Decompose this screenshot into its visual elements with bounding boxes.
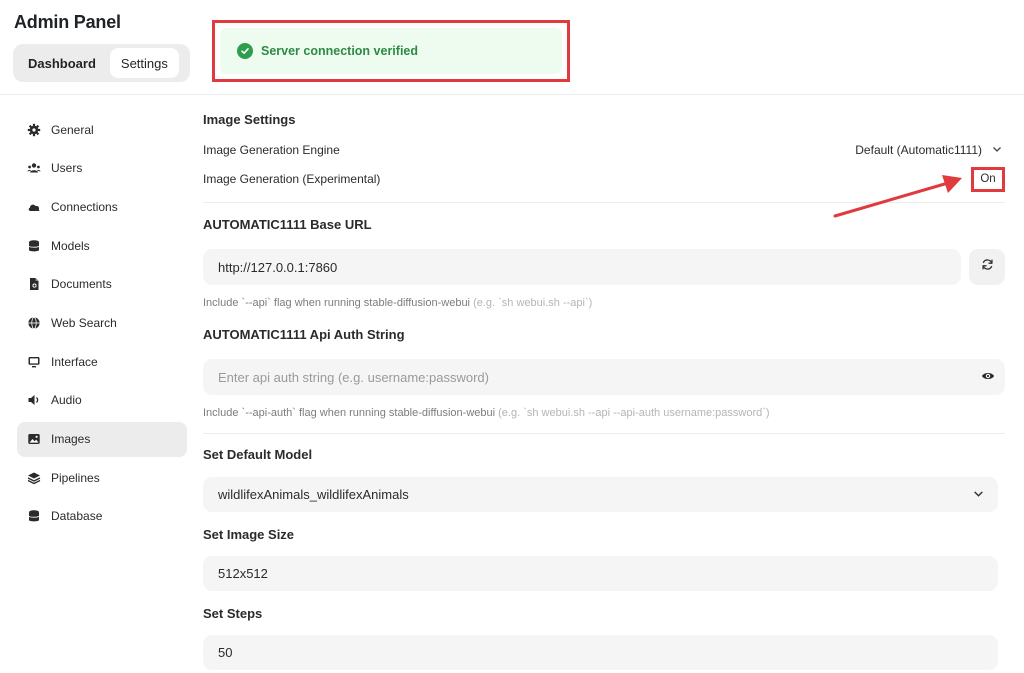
- steps-label: Set Steps: [203, 606, 263, 621]
- sidebar-item-label: Documents: [51, 277, 112, 292]
- settings-sidebar: General Users Connections Models Documen…: [17, 112, 187, 538]
- auth-input[interactable]: Enter api auth string (e.g. username:pas…: [203, 359, 1005, 395]
- engine-select[interactable]: Default (Automatic1111): [855, 143, 1005, 157]
- sidebar-item-models[interactable]: Models: [17, 228, 187, 263]
- image-size-label: Set Image Size: [203, 527, 295, 542]
- sidebar-item-label: Models: [51, 238, 90, 253]
- database-icon: [27, 509, 41, 523]
- hint-text: Include `--api` flag when running stable…: [203, 297, 471, 309]
- sidebar-item-pipelines[interactable]: Pipelines: [17, 460, 187, 495]
- eye-icon[interactable]: [981, 369, 995, 386]
- section-title: Image Settings: [203, 112, 296, 127]
- base-url-hint: Include `--api` flag when running stable…: [203, 297, 1005, 313]
- sidebar-item-label: General: [51, 122, 94, 137]
- sidebar-item-label: Images: [51, 432, 91, 446]
- hint-example: (e.g. `sh webui.sh --api`): [473, 297, 593, 309]
- sidebar-item-connections[interactable]: Connections: [17, 189, 187, 224]
- sidebar-item-web-search[interactable]: Web Search: [17, 305, 187, 340]
- check-circle-icon: [237, 43, 253, 59]
- default-model-label: Set Default Model: [203, 447, 313, 462]
- engine-value: Default (Automatic1111): [855, 143, 982, 157]
- default-model-value: wildlifexAnimals_wildlifexAnimals: [218, 487, 409, 502]
- generation-toggle[interactable]: On: [971, 166, 1005, 192]
- tab-dashboard[interactable]: Dashboard: [17, 48, 107, 78]
- engine-label: Image Generation Engine: [203, 143, 340, 157]
- sidebar-item-label: Database: [51, 509, 103, 524]
- refresh-icon: [981, 258, 994, 276]
- monitor-icon: [27, 355, 41, 369]
- sidebar-item-label: Connections: [51, 199, 118, 214]
- auth-placeholder: Enter api auth string (e.g. username:pas…: [218, 369, 489, 385]
- chevron-down-icon: [973, 487, 984, 502]
- auth-hint: Include `--api-auth` flag when running s…: [203, 407, 1005, 423]
- hint-text: Include `--api-auth` flag when running s…: [203, 407, 496, 419]
- speaker-icon: [27, 393, 41, 407]
- refresh-button[interactable]: [969, 249, 1005, 285]
- top-tabs: Dashboard Settings: [13, 44, 190, 82]
- sidebar-item-images[interactable]: Images: [17, 421, 187, 457]
- default-model-select[interactable]: wildlifexAnimals_wildlifexAnimals: [203, 477, 998, 512]
- toast-message: Server connection verified: [261, 44, 419, 58]
- sidebar-item-label: Web Search: [51, 315, 117, 330]
- page-title: Admin Panel: [14, 12, 121, 32]
- steps-input[interactable]: 50: [203, 635, 998, 670]
- tab-settings[interactable]: Settings: [109, 48, 179, 78]
- globe-icon: [27, 316, 41, 330]
- layers-icon: [27, 471, 41, 485]
- divider: [203, 433, 1005, 434]
- database-icon: [27, 239, 41, 253]
- engine-row: Image Generation Engine Default (Automat…: [203, 134, 1005, 166]
- sidebar-item-label: Interface: [51, 354, 98, 369]
- toast-notification: Server connection verified: [220, 28, 562, 74]
- base-url-input[interactable]: http://127.0.0.1:7860: [203, 249, 961, 285]
- sidebar-item-audio[interactable]: Audio: [17, 383, 187, 418]
- document-icon: [27, 277, 41, 291]
- hint-example: (e.g. `sh webui.sh --api --api-auth user…: [498, 407, 770, 419]
- base-url-row: http://127.0.0.1:7860: [203, 249, 1005, 285]
- image-size-input[interactable]: 512x512: [203, 556, 998, 591]
- sidebar-item-label: Users: [51, 161, 83, 176]
- toast-highlight: Server connection verified: [212, 20, 570, 82]
- header-divider: [0, 94, 1024, 95]
- sidebar-item-label: Pipelines: [51, 470, 100, 485]
- chevron-down-icon: [992, 143, 1002, 157]
- sidebar-item-interface[interactable]: Interface: [17, 344, 187, 379]
- gear-icon: [27, 123, 41, 137]
- sidebar-item-label: Audio: [51, 393, 82, 408]
- sidebar-item-general[interactable]: General: [17, 112, 187, 147]
- cloud-icon: [27, 200, 41, 214]
- generation-label: Image Generation (Experimental): [203, 172, 381, 186]
- users-icon: [27, 161, 41, 175]
- sidebar-item-users[interactable]: Users: [17, 151, 187, 186]
- image-icon: [27, 432, 41, 446]
- sidebar-item-documents[interactable]: Documents: [17, 267, 187, 302]
- annotation-arrow-icon: [833, 175, 962, 218]
- auth-label: AUTOMATIC1111 Api Auth String: [203, 327, 405, 342]
- sidebar-item-database[interactable]: Database: [17, 499, 187, 534]
